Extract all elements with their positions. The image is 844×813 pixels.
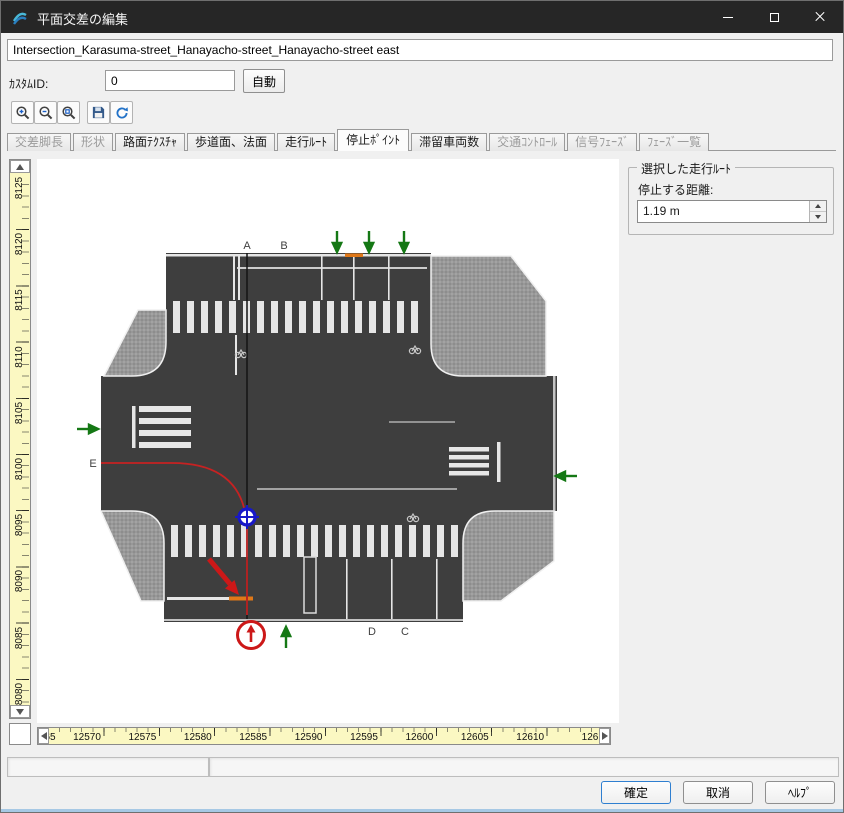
ruler-scroll-up-button[interactable] (10, 160, 30, 173)
v-ruler-label: 8115 (15, 285, 25, 315)
tab-形状: 形状 (73, 133, 113, 151)
stop-distance-spinner[interactable]: 1.19 m (637, 200, 827, 223)
h-ruler-label: 12605 (461, 732, 489, 743)
refresh-icon (114, 105, 130, 121)
status-panel-left (7, 757, 209, 777)
spinner-down-button[interactable] (810, 212, 826, 223)
leg-label-d: D (368, 626, 376, 638)
status-panel-right (209, 757, 839, 777)
zoom-out-icon (38, 105, 54, 121)
green-arrow-left-icon (556, 472, 577, 480)
refresh-button[interactable] (110, 101, 133, 124)
green-arrow-up-icon (282, 627, 290, 648)
up-arrow-icon (16, 164, 24, 170)
vertical-ruler[interactable]: 8125812081158110810581008095809080858080 (9, 159, 31, 719)
green-arrow-down-icon (400, 231, 408, 252)
confirm-button[interactable]: 確定 (601, 781, 671, 804)
h-ruler-label: 126 (582, 732, 599, 743)
leg-label-e: E (89, 458, 96, 470)
spinner-buttons (809, 201, 826, 222)
stop-distance-label: 停止する距離: (638, 181, 713, 198)
save-button[interactable] (87, 101, 110, 124)
zoom-out-button[interactable] (34, 101, 57, 124)
spinner-up-button[interactable] (810, 201, 826, 212)
ruler-scroll-right-button[interactable] (599, 728, 610, 744)
title-bar: 平面交差の編集 (1, 1, 843, 33)
green-arrow-down-icon (365, 231, 373, 252)
selected-route-group: 選択した走行ﾙｰﾄ 停止する距離: 1.19 m (628, 167, 834, 235)
auto-button[interactable]: 自動 (243, 69, 285, 93)
ruler-corner-box (9, 723, 31, 745)
green-arrow-down-icon (333, 231, 341, 252)
spin-down-icon (815, 215, 821, 219)
zoom-in-button[interactable] (11, 101, 34, 124)
h-ruler-label: 12590 (295, 732, 323, 743)
custom-id-input[interactable] (105, 70, 235, 91)
zoom-fit-button[interactable] (57, 101, 80, 124)
median-island (304, 557, 316, 613)
zoom-in-icon (15, 105, 31, 121)
v-ruler-label: 8110 (15, 342, 25, 372)
zoom-fit-icon (61, 105, 77, 121)
tab-交通ｺﾝﾄﾛｰﾙ: 交通ｺﾝﾄﾛｰﾙ (489, 133, 565, 151)
v-ruler-label: 8085 (15, 623, 25, 653)
ruler-scroll-down-button[interactable] (10, 705, 30, 718)
minimize-button[interactable] (705, 1, 751, 33)
tab-走行ﾙｰﾄ[interactable]: 走行ﾙｰﾄ (277, 133, 335, 151)
tab-bar: 交差脚長形状路面ﾃｸｽﾁｬ歩道面、法面走行ﾙｰﾄ停止ﾎﾟｲﾝﾄ滞留車両数交通ｺﾝ… (7, 129, 711, 151)
group-title: 選択した走行ﾙｰﾄ (637, 160, 735, 177)
leg-label-a: A (243, 240, 251, 252)
spin-up-icon (815, 204, 821, 208)
v-ruler-label: 8125 (15, 173, 25, 203)
horizontal-ruler[interactable]: 6512570125751258012585125901259512600126… (37, 727, 611, 745)
tab-停止ﾎﾟｲﾝﾄ[interactable]: 停止ﾎﾟｲﾝﾄ (337, 129, 409, 151)
tab-滞留車両数[interactable]: 滞留車両数 (411, 133, 487, 151)
tab-交差脚長: 交差脚長 (7, 133, 71, 151)
h-ruler-label: 12610 (516, 732, 544, 743)
cancel-button[interactable]: 取消 (683, 781, 753, 804)
leg-label-b: B (280, 240, 287, 252)
v-ruler-label: 8100 (15, 454, 25, 484)
tab-ﾌｪｰｽﾞ一覧: ﾌｪｰｽﾞ一覧 (639, 133, 709, 151)
v-ruler-label: 8095 (15, 510, 25, 540)
v-ruler-label: 8120 (15, 229, 25, 259)
h-ruler-label: 12600 (405, 732, 433, 743)
h-ruler-label: 12570 (73, 732, 101, 743)
intersection-canvas[interactable]: A B E D C (37, 159, 619, 723)
maximize-button[interactable] (751, 1, 797, 33)
maximize-icon (770, 13, 779, 22)
window-title: 平面交差の編集 (37, 9, 128, 28)
tab-路面ﾃｸｽﾁｬ[interactable]: 路面ﾃｸｽﾁｬ (115, 133, 185, 151)
green-arrow-right-icon (77, 425, 98, 433)
down-arrow-icon (16, 709, 24, 715)
edit-intersection-dialog: 平面交差の編集 ｶｽﾀﾑID: 自動 (0, 0, 844, 813)
custom-id-label: ｶｽﾀﾑID: (9, 75, 48, 92)
close-button[interactable] (797, 1, 843, 33)
tab-歩道面、法面[interactable]: 歩道面、法面 (187, 133, 275, 151)
v-ruler-label: 8090 (15, 566, 25, 596)
app-icon (12, 9, 28, 25)
minimize-icon (723, 17, 733, 18)
tab-信号ﾌｪｰｽﾞ: 信号ﾌｪｰｽﾞ (567, 133, 637, 151)
intersection-drawing[interactable]: A B E D C (37, 159, 619, 723)
leg-label-c: C (401, 626, 409, 638)
toolbar (1, 99, 843, 125)
help-button[interactable]: ﾍﾙﾌﾟ (765, 781, 835, 804)
stop-distance-value: 1.19 m (643, 204, 680, 218)
ruler-scroll-left-button[interactable] (38, 728, 49, 744)
left-arrow-icon (41, 732, 47, 740)
close-icon (814, 11, 826, 23)
right-arrow-icon (602, 732, 608, 740)
window-bottom-edge (1, 809, 843, 812)
h-ruler-label: 12585 (239, 732, 267, 743)
v-ruler-label: 8105 (15, 398, 25, 428)
h-ruler-label: 12595 (350, 732, 378, 743)
stop-point-marker[interactable] (238, 622, 265, 649)
h-ruler-label: 12575 (128, 732, 156, 743)
intersection-name-input[interactable] (7, 39, 833, 61)
h-ruler-label: 12580 (184, 732, 212, 743)
save-icon (91, 105, 106, 120)
